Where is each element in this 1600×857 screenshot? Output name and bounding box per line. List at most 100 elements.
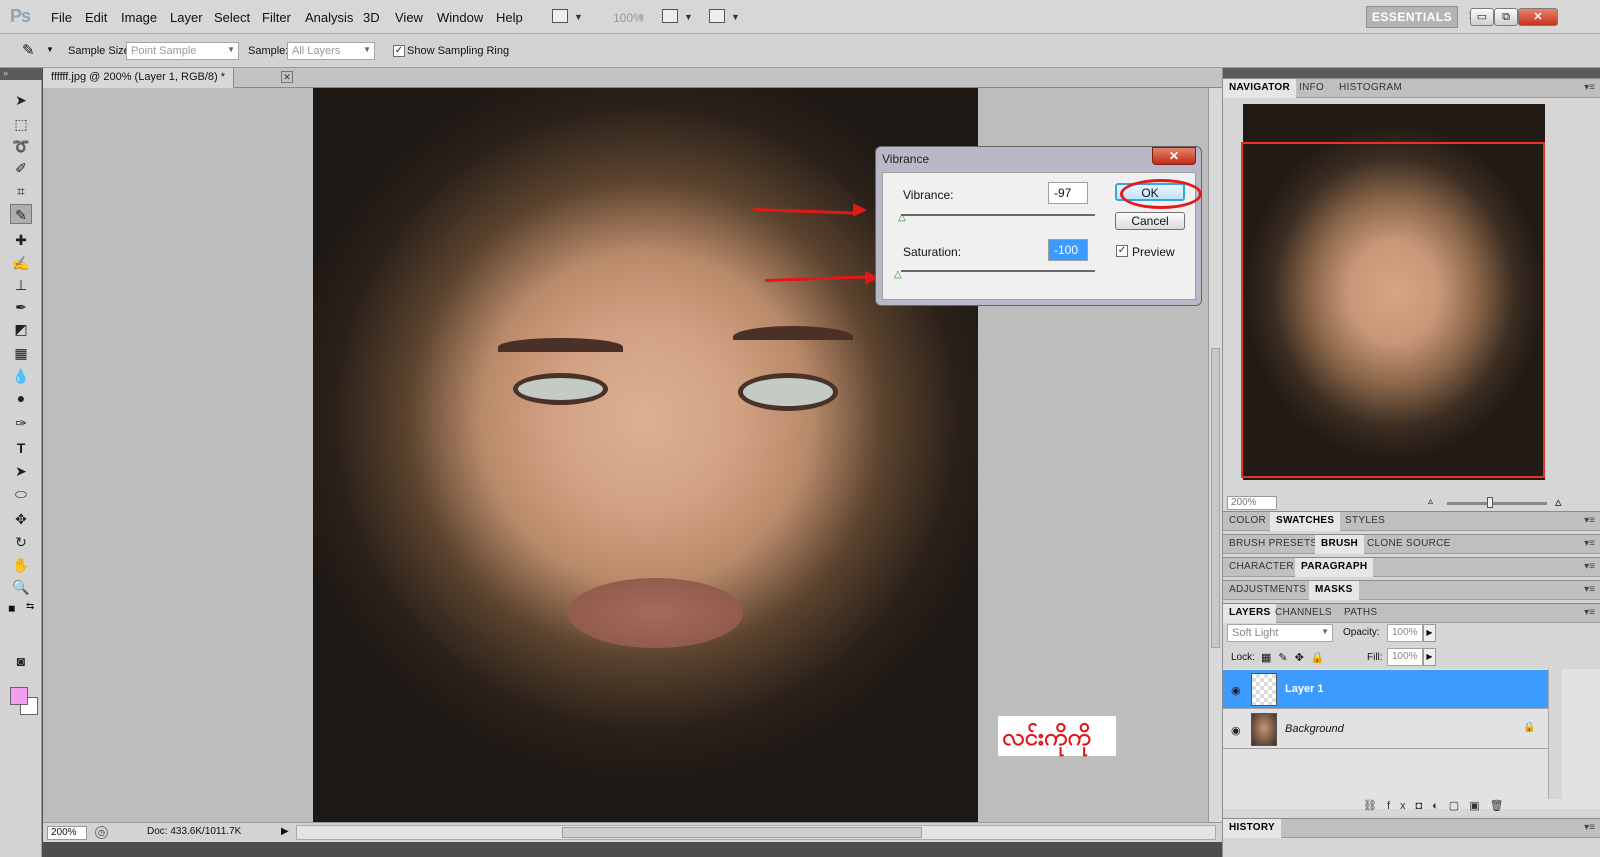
- saturation-slider-handle[interactable]: △: [894, 269, 902, 280]
- chevron-down-icon[interactable]: ▼: [46, 45, 54, 54]
- panel-menu-icon[interactable]: ▾≡: [1584, 82, 1595, 93]
- zoom-in-icon[interactable]: ▵: [1555, 494, 1562, 510]
- tab-paths[interactable]: PATHS: [1338, 604, 1383, 623]
- eyedropper-tool-icon[interactable]: ✎: [10, 204, 32, 224]
- navigator-zoom-slider[interactable]: [1447, 502, 1547, 505]
- eraser-tool-icon[interactable]: ◩: [10, 319, 32, 339]
- close-button[interactable]: ✕: [1518, 8, 1558, 26]
- menu-help[interactable]: Help: [496, 10, 523, 25]
- vertical-scrollbar[interactable]: [1208, 88, 1222, 822]
- 3d-orbit-icon[interactable]: ↻: [10, 532, 32, 552]
- tab-history[interactable]: HISTORY: [1223, 819, 1281, 838]
- pen-tool-icon[interactable]: ✑: [10, 413, 32, 433]
- menu-window[interactable]: Window: [437, 10, 483, 25]
- menu-view[interactable]: View: [395, 10, 423, 25]
- scroll-thumb[interactable]: [1211, 348, 1220, 648]
- brush-tool-icon[interactable]: ✍: [10, 253, 32, 273]
- chevron-right-icon[interactable]: ▶: [1423, 648, 1436, 666]
- tab-color[interactable]: COLOR: [1223, 512, 1272, 531]
- tab-info[interactable]: INFO: [1293, 79, 1330, 98]
- tab-swatches[interactable]: SWATCHES: [1270, 512, 1341, 531]
- slider-handle[interactable]: [1487, 497, 1493, 508]
- close-icon[interactable]: ✕: [281, 71, 293, 83]
- scroll-thumb[interactable]: [562, 827, 922, 838]
- foreground-color-swatch[interactable]: [10, 687, 28, 705]
- crop-tool-icon[interactable]: ⌗: [10, 181, 32, 201]
- tab-histogram[interactable]: HISTOGRAM: [1333, 79, 1408, 98]
- tab-adjustments[interactable]: ADJUSTMENTS: [1223, 581, 1312, 600]
- horizontal-scrollbar[interactable]: [296, 825, 1216, 840]
- show-sampling-ring-checkbox[interactable]: ✓: [393, 45, 405, 57]
- status-menu-icon[interactable]: ◷: [95, 826, 108, 839]
- sample-select[interactable]: All Layers ▼: [287, 42, 375, 60]
- default-colors-icon[interactable]: ◼: [8, 603, 15, 614]
- zoom-tool-icon[interactable]: 🔍: [10, 577, 32, 597]
- menu-select[interactable]: Select: [214, 10, 250, 25]
- cancel-button[interactable]: Cancel: [1115, 212, 1185, 230]
- blur-tool-icon[interactable]: 💧: [10, 366, 32, 386]
- restore-button[interactable]: ⧉: [1494, 8, 1518, 26]
- dock-header[interactable]: [1223, 68, 1600, 78]
- tools-panel-header[interactable]: »: [0, 68, 42, 80]
- layer-name[interactable]: Background: [1285, 723, 1344, 735]
- menu-analysis[interactable]: Analysis: [305, 10, 353, 25]
- healing-brush-icon[interactable]: ✚: [10, 230, 32, 250]
- tab-masks[interactable]: MASKS: [1309, 581, 1359, 600]
- shape-tool-icon[interactable]: ⬭: [10, 484, 32, 504]
- lasso-tool-icon[interactable]: ➰: [10, 136, 32, 156]
- eyedropper-icon[interactable]: ✎: [22, 41, 35, 59]
- quick-selection-icon[interactable]: ✐: [10, 158, 32, 178]
- menu-layer[interactable]: Layer: [170, 10, 203, 25]
- menu-edit[interactable]: Edit: [85, 10, 107, 25]
- panel-menu-icon[interactable]: ▾≡: [1584, 515, 1595, 526]
- tab-brush[interactable]: BRUSH: [1315, 535, 1365, 554]
- vibrance-input[interactable]: -97: [1048, 182, 1088, 204]
- chevron-right-icon[interactable]: ▶: [1423, 624, 1436, 642]
- layer-name[interactable]: Layer 1: [1285, 683, 1324, 695]
- marquee-tool-icon[interactable]: ⬚: [10, 114, 32, 134]
- zoom-field[interactable]: 200%: [47, 826, 87, 840]
- fill-field[interactable]: 100%: [1387, 648, 1423, 666]
- chevron-down-icon[interactable]: ▼: [684, 12, 693, 22]
- saturation-slider[interactable]: [901, 270, 1095, 272]
- bridge-icon[interactable]: [552, 9, 568, 23]
- play-arrow-icon[interactable]: ▶: [281, 826, 289, 837]
- panel-menu-icon[interactable]: ▾≡: [1584, 584, 1595, 595]
- tab-brush-presets[interactable]: BRUSH PRESETS: [1223, 535, 1323, 554]
- tab-channels[interactable]: CHANNELS: [1269, 604, 1338, 623]
- navigator-zoom-field[interactable]: 200%: [1227, 496, 1277, 510]
- tab-navigator[interactable]: NAVIGATOR: [1223, 79, 1297, 98]
- menu-filter[interactable]: Filter: [262, 10, 291, 25]
- dodge-tool-icon[interactable]: ●: [10, 388, 32, 408]
- preview-checkbox[interactable]: ✓: [1116, 245, 1128, 257]
- tab-styles[interactable]: STYLES: [1339, 512, 1391, 531]
- panel-menu-icon[interactable]: ▾≡: [1584, 561, 1595, 572]
- eye-icon[interactable]: ◉: [1231, 684, 1241, 697]
- type-tool-icon[interactable]: T: [10, 438, 32, 458]
- tab-clone-source[interactable]: CLONE SOURCE: [1361, 535, 1457, 554]
- vibrance-slider-handle[interactable]: △: [898, 212, 906, 223]
- clone-stamp-icon[interactable]: ⊥: [10, 275, 32, 295]
- layer-row[interactable]: ◉ Layer 1: [1223, 670, 1548, 709]
- panel-menu-icon[interactable]: ▾≡: [1584, 607, 1595, 618]
- tab-character[interactable]: CHARACTER: [1223, 558, 1300, 577]
- hand-tool-icon[interactable]: ✋: [10, 555, 32, 575]
- menu-image[interactable]: Image: [121, 10, 157, 25]
- 3d-rotate-icon[interactable]: ✥: [10, 509, 32, 529]
- layers-footer-icons[interactable]: ⛓fx◘◐▢▣🗑: [1363, 799, 1514, 812]
- vibrance-slider[interactable]: [901, 214, 1095, 216]
- tab-paragraph[interactable]: PARAGRAPH: [1295, 558, 1374, 577]
- menu-file[interactable]: File: [51, 10, 72, 25]
- swap-colors-icon[interactable]: ⇆: [26, 601, 34, 612]
- sample-size-select[interactable]: Point Sample ▼: [126, 42, 239, 60]
- history-brush-icon[interactable]: ✒: [10, 297, 32, 317]
- minimize-button[interactable]: ▭: [1470, 8, 1494, 26]
- layers-scrollbar[interactable]: [1548, 669, 1562, 799]
- blend-mode-select[interactable]: Soft Light ▼: [1227, 624, 1333, 642]
- quick-mask-icon[interactable]: ◙: [10, 651, 32, 671]
- chevron-down-icon[interactable]: ▼: [574, 12, 583, 22]
- gradient-tool-icon[interactable]: ▦: [10, 343, 32, 363]
- opacity-field[interactable]: 100%: [1387, 624, 1423, 642]
- panel-menu-icon[interactable]: ▾≡: [1584, 822, 1595, 833]
- eye-icon[interactable]: ◉: [1231, 724, 1241, 737]
